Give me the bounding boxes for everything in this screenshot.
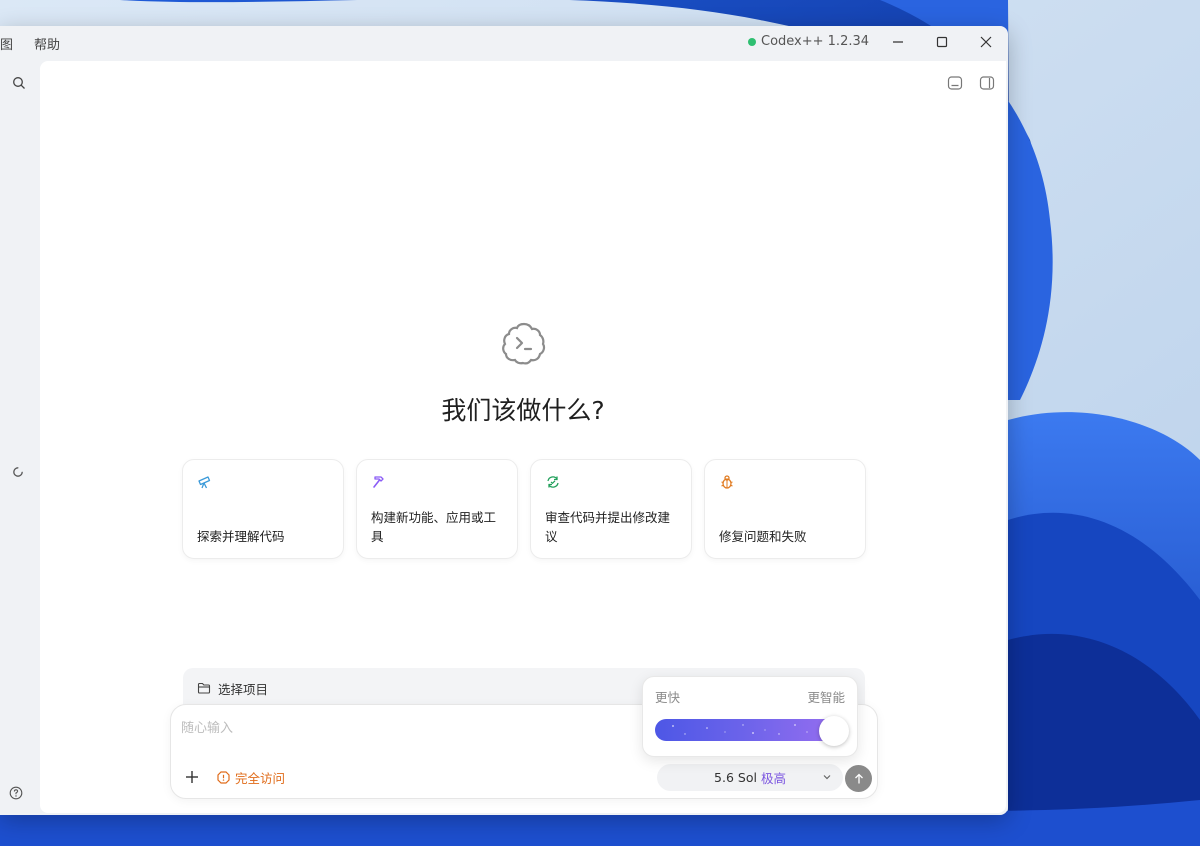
- speed-intelligence-popup: 更快 更智能: [642, 676, 858, 757]
- maximize-icon: [936, 36, 948, 48]
- minimize-button[interactable]: [876, 26, 920, 58]
- add-attachment-button[interactable]: [183, 768, 201, 786]
- card-label: 探索并理解代码: [197, 529, 285, 544]
- status-dot: [748, 37, 756, 46]
- search-button[interactable]: [9, 73, 29, 93]
- title-bar: 图 帮助 Codex++ 1.2.34: [0, 26, 1008, 60]
- search-icon: [13, 77, 25, 89]
- menu-item-view[interactable]: 图: [0, 34, 13, 53]
- cloud-terminal-logo: [502, 322, 546, 365]
- model-selector[interactable]: 5.6 Sol 极高: [657, 764, 843, 791]
- model-level: 极高: [760, 771, 786, 786]
- page-title: 我们该做什么?: [441, 396, 605, 425]
- card-label: 修复问题和失败: [719, 529, 807, 544]
- warning-icon: [217, 771, 230, 784]
- arrow-up-icon: [854, 773, 863, 783]
- help-button[interactable]: [6, 783, 26, 803]
- chevron-down-icon: [823, 775, 831, 780]
- model-name: 5.6 Sol: [714, 770, 757, 785]
- main-panel: 我们该做什么? 探索并理解代码 构建新功能、应用或工具 审查代码并提出修改建议 …: [40, 61, 1006, 813]
- app-title-text: Codex++ 1.2.34: [761, 34, 870, 49]
- help-circle-icon: [9, 786, 23, 800]
- faster-label: 更快: [655, 690, 681, 705]
- prompt-input[interactable]: [181, 717, 581, 739]
- terminal-panel-icon[interactable]: [947, 75, 963, 91]
- suggestion-card-build[interactable]: 构建新功能、应用或工具: [356, 459, 518, 559]
- app-title: Codex++ 1.2.34: [748, 34, 869, 49]
- menu-item-help[interactable]: 帮助: [34, 34, 60, 53]
- close-button[interactable]: [964, 26, 1008, 58]
- maximize-button[interactable]: [920, 26, 964, 58]
- refresh-check-icon: [547, 476, 559, 488]
- smarter-label: 更智能: [807, 690, 845, 705]
- send-button[interactable]: [845, 765, 872, 792]
- suggestion-card-review[interactable]: 审查代码并提出修改建议: [530, 459, 692, 559]
- card-label: 构建新功能、应用或工具: [371, 510, 497, 544]
- close-icon: [980, 36, 992, 48]
- minimize-icon: [893, 41, 903, 43]
- telescope-icon: [198, 476, 211, 489]
- sidebar-panel-icon[interactable]: [979, 75, 995, 91]
- suggestion-card-fix[interactable]: 修复问题和失败: [704, 459, 866, 559]
- project-selector-label: 选择项目: [218, 681, 269, 697]
- hammer-icon: [373, 476, 384, 488]
- access-mode-button[interactable]: 完全访问: [217, 768, 285, 787]
- access-mode-label: 完全访问: [235, 771, 286, 786]
- slider-thumb[interactable]: [819, 716, 849, 746]
- folder-icon: [197, 682, 211, 694]
- loading-indicator: [8, 462, 28, 482]
- loading-ring-icon: [13, 467, 23, 477]
- card-label: 审查代码并提出修改建议: [545, 510, 671, 544]
- app-window: 图 帮助 Codex++ 1.2.34 我们该做什么? 探索并理解代码 构建新功…: [0, 26, 1008, 815]
- bug-icon: [721, 475, 733, 489]
- suggestion-card-explore[interactable]: 探索并理解代码: [182, 459, 344, 559]
